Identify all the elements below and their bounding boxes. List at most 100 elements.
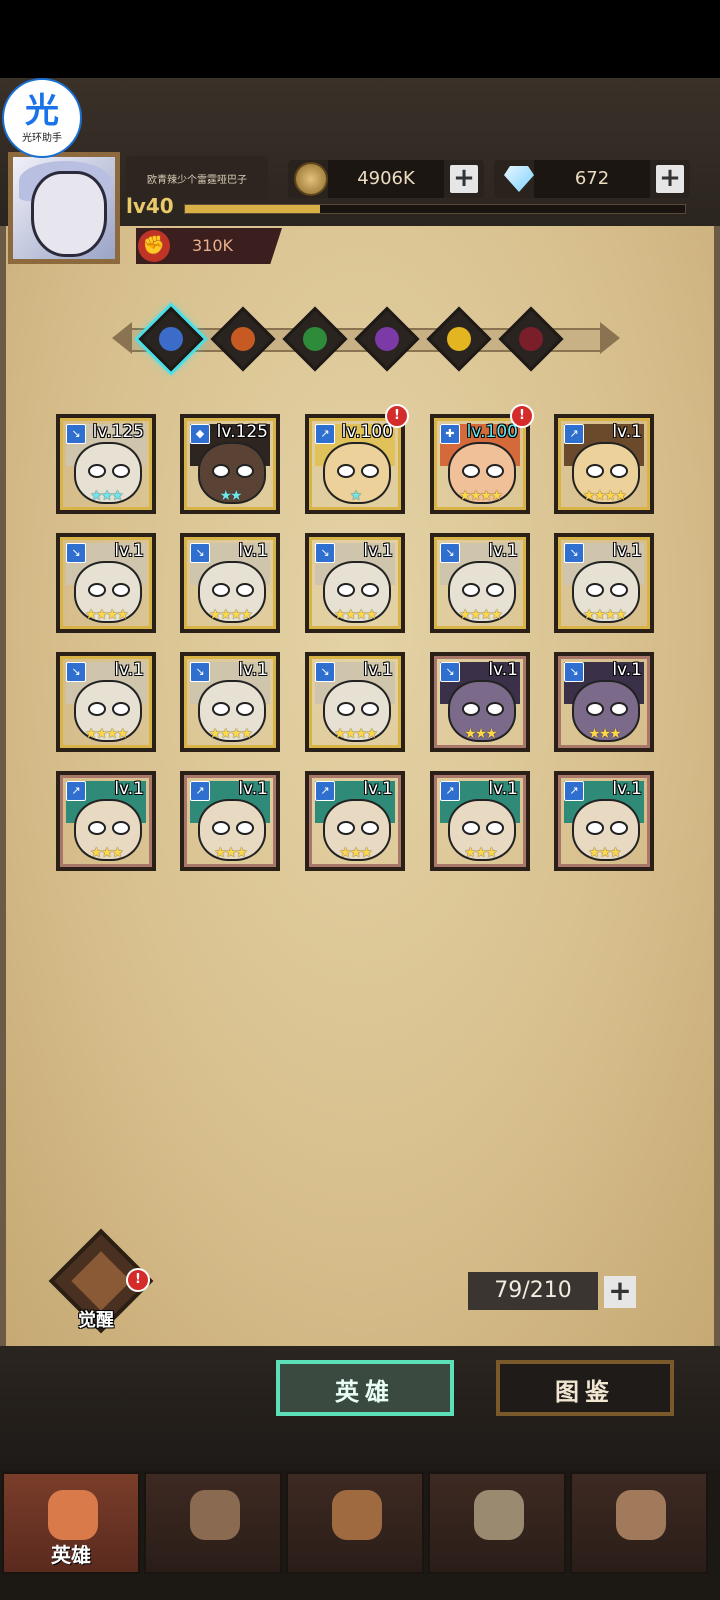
hero-card[interactable]: ↘ lv.1 ★★★★ xyxy=(554,533,654,633)
arrow-right-icon[interactable] xyxy=(600,322,620,354)
xp-bar xyxy=(184,204,686,214)
hero-level: lv.1 xyxy=(238,779,268,799)
hero-level: lv.1 xyxy=(238,541,268,561)
hero-card[interactable]: ↗ lv.100 ★! xyxy=(305,404,409,514)
hero-stars: ★★★★ xyxy=(458,488,503,504)
filter-all-icon xyxy=(159,327,183,351)
hero-stars: ★★★★ xyxy=(84,726,129,742)
player-avatar[interactable] xyxy=(8,152,120,264)
hero-card[interactable]: ↗ lv.1 ★★★ xyxy=(430,771,530,871)
status-area xyxy=(0,0,720,78)
assistant-badge[interactable]: 光 光环助手 xyxy=(2,78,82,158)
hero-class-icon: ✚ xyxy=(440,424,460,444)
hero-class-icon: ↗ xyxy=(190,781,210,801)
gold-coin-icon xyxy=(294,162,328,196)
hero-level: lv.1 xyxy=(612,541,642,561)
hero-stars: ★★★ xyxy=(90,845,124,861)
filter-all-button[interactable] xyxy=(138,306,204,372)
hero-stars: ★★★★ xyxy=(458,607,503,623)
assistant-badge-label: 光环助手 xyxy=(22,132,62,144)
hero-card[interactable]: ↘ lv.1 ★★★ xyxy=(430,652,530,752)
hero-card[interactable]: ↗ lv.1 ★★★★ xyxy=(554,414,654,514)
hero-stars: ★★★★ xyxy=(84,607,129,623)
hero-stars: ★★★★ xyxy=(582,488,627,504)
hero-stars: ★ xyxy=(349,488,363,504)
alert-icon: ! xyxy=(510,404,534,428)
hero-card[interactable]: ↘ lv.1 ★★★★ xyxy=(56,652,156,752)
hero-level: lv.100 xyxy=(466,422,518,442)
hero-stars: ★★★★ xyxy=(333,607,378,623)
tab-codex[interactable]: 图鉴 xyxy=(496,1360,674,1416)
power-display: ✊ 310K xyxy=(136,228,282,264)
expand-roster-button[interactable]: + xyxy=(604,1276,636,1308)
hero-class-icon: ↗ xyxy=(440,781,460,801)
hero-level: lv.1 xyxy=(114,779,144,799)
add-gold-button[interactable]: + xyxy=(450,165,478,193)
hero-card[interactable]: ↘ lv.125 ★★★ xyxy=(56,414,156,514)
hero-card[interactable]: ✚ lv.100 ★★★★! xyxy=(430,404,534,514)
gold-value: 4906K xyxy=(328,160,444,198)
nav-label: 英雄 xyxy=(51,1543,91,1567)
hero-class-icon: ↘ xyxy=(190,662,210,682)
hero-card[interactable]: ↗ lv.1 ★★★ xyxy=(554,771,654,871)
hero-level: lv.125 xyxy=(216,422,268,442)
hero-card[interactable]: ↘ lv.1 ★★★★ xyxy=(305,533,405,633)
fist-icon: ✊ xyxy=(138,230,170,262)
hero-level: lv.1 xyxy=(488,779,518,799)
filter-light-button[interactable] xyxy=(426,306,492,372)
add-gems-button[interactable]: + xyxy=(656,165,684,193)
hero-card[interactable]: ↘ lv.1 ★★★★ xyxy=(430,533,530,633)
hero-class-icon: ↘ xyxy=(66,662,86,682)
alert-icon: ! xyxy=(385,404,409,428)
hero-stars: ★★★ xyxy=(339,845,373,861)
hero-class-icon: ↘ xyxy=(564,543,584,563)
flag-icon xyxy=(190,1490,240,1540)
castle-icon xyxy=(474,1490,524,1540)
filter-fire-button[interactable] xyxy=(210,306,276,372)
hero-card[interactable]: ↗ lv.1 ★★★ xyxy=(56,771,156,871)
tab-heroes[interactable]: 英雄 xyxy=(276,1360,454,1416)
hero-card[interactable]: ↘ lv.1 ★★★★ xyxy=(180,533,280,633)
hero-card[interactable]: ↗ lv.1 ★★★ xyxy=(305,771,405,871)
hero-stars: ★★★ xyxy=(588,726,622,742)
hero-class-icon: ↘ xyxy=(315,543,335,563)
hero-card[interactable]: ↘ lv.1 ★★★ xyxy=(554,652,654,752)
filter-nature-button[interactable] xyxy=(282,306,348,372)
hero-stars: ★★★ xyxy=(588,845,622,861)
hero-card[interactable]: ◆ lv.125 ★★ xyxy=(180,414,280,514)
hero-level: lv.1 xyxy=(363,660,393,680)
arrow-left-icon[interactable] xyxy=(112,322,132,354)
hero-class-icon: ↗ xyxy=(564,424,584,444)
filter-arcane-button[interactable] xyxy=(354,306,420,372)
hero-level: lv.1 xyxy=(488,660,518,680)
faction-filter-bar xyxy=(112,306,620,372)
assistant-badge-glyph: 光 xyxy=(25,90,59,131)
hero-card[interactable]: ↘ lv.1 ★★★★ xyxy=(180,652,280,752)
hero-level: lv.1 xyxy=(363,779,393,799)
hero-class-icon: ↘ xyxy=(315,662,335,682)
hero-class-icon: ↘ xyxy=(66,424,86,444)
hero-class-icon: ↘ xyxy=(440,543,460,563)
avatar-face xyxy=(31,171,107,257)
nav-button-1[interactable] xyxy=(144,1472,282,1574)
gold-resource: 4906K + xyxy=(288,160,484,198)
nav-button-2[interactable] xyxy=(286,1472,424,1574)
filter-dark-button[interactable] xyxy=(498,306,564,372)
hero-class-icon: ↗ xyxy=(315,781,335,801)
hero-class-icon: ↘ xyxy=(564,662,584,682)
nav-button-0[interactable]: 英雄 xyxy=(2,1472,140,1574)
hero-level: lv.1 xyxy=(114,541,144,561)
hero-class-icon: ↗ xyxy=(66,781,86,801)
hero-card[interactable]: ↘ lv.1 ★★★★ xyxy=(56,533,156,633)
hero-level: lv.100 xyxy=(341,422,393,442)
nav-button-4[interactable] xyxy=(570,1472,708,1574)
hero-card[interactable]: ↗ lv.1 ★★★ xyxy=(180,771,280,871)
hero-level: lv.1 xyxy=(238,660,268,680)
hero-stars: ★★★★ xyxy=(208,607,253,623)
nav-button-3[interactable] xyxy=(428,1472,566,1574)
filter-dark-icon xyxy=(519,327,543,351)
diamond-icon xyxy=(504,166,534,192)
hero-level: lv.125 xyxy=(92,422,144,442)
filter-arcane-icon xyxy=(375,327,399,351)
hero-card[interactable]: ↘ lv.1 ★★★★ xyxy=(305,652,405,752)
